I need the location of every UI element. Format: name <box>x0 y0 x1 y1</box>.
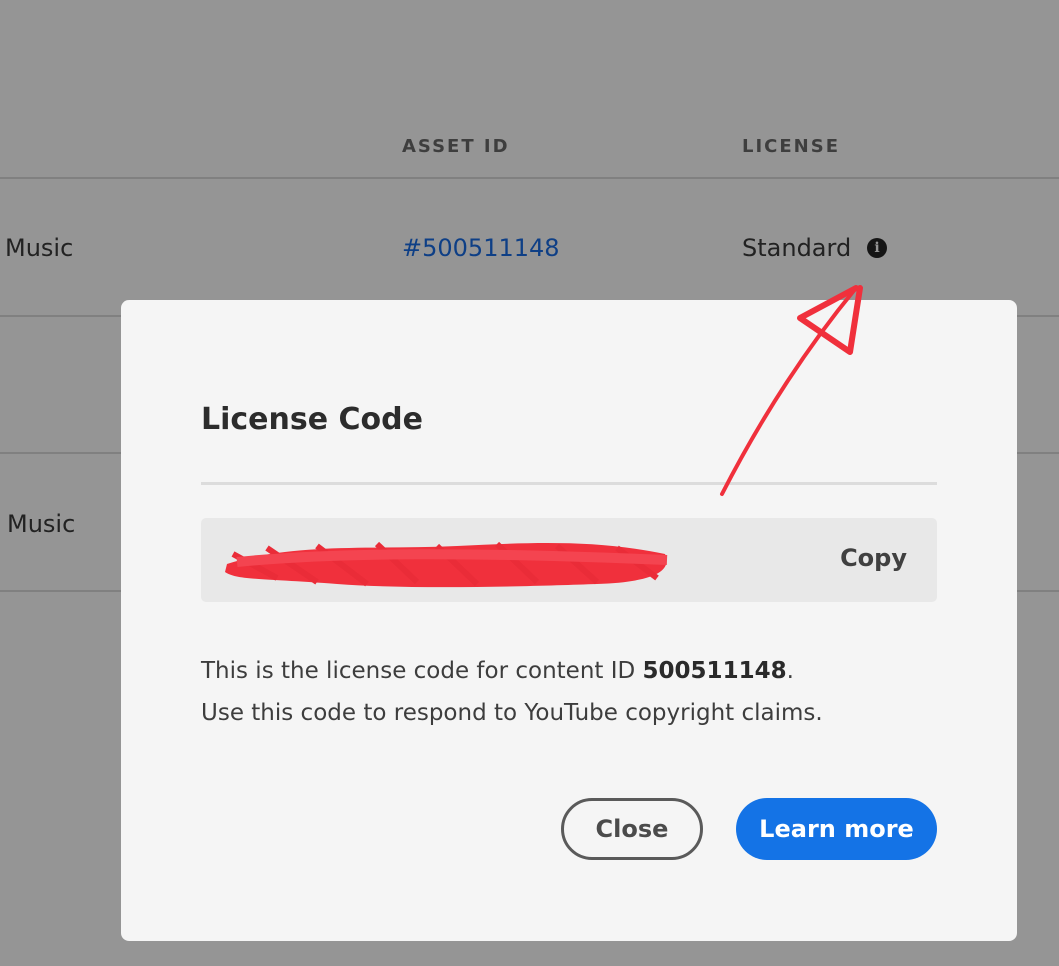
info-icon[interactable]: i <box>867 238 887 258</box>
title-divider <box>201 482 937 485</box>
dialog-description: This is the license code for content ID … <box>201 650 823 734</box>
row-1-asset-id-link[interactable]: #500511148 <box>402 234 560 262</box>
header-divider <box>0 177 1059 179</box>
row-1-type: Music <box>5 234 74 262</box>
row-3-type: Music <box>7 510 76 538</box>
column-header-asset-id: ASSET ID <box>402 136 510 157</box>
description-line-1: This is the license code for content ID … <box>201 658 794 684</box>
close-button[interactable]: Close <box>561 798 703 860</box>
license-code-field: Copy <box>201 518 937 602</box>
license-code-dialog: License Code Copy This is the license co… <box>121 300 1017 941</box>
row-1-license: Standard <box>742 234 852 262</box>
content-id: 500511148 <box>642 658 787 684</box>
copy-button[interactable]: Copy <box>840 544 907 572</box>
description-line-2: Use this code to respond to YouTube copy… <box>201 700 823 726</box>
redaction-scribble <box>225 541 668 588</box>
dialog-title: License Code <box>201 402 423 437</box>
column-header-license: LICENSE <box>742 136 840 157</box>
learn-more-button[interactable]: Learn more <box>736 798 937 860</box>
